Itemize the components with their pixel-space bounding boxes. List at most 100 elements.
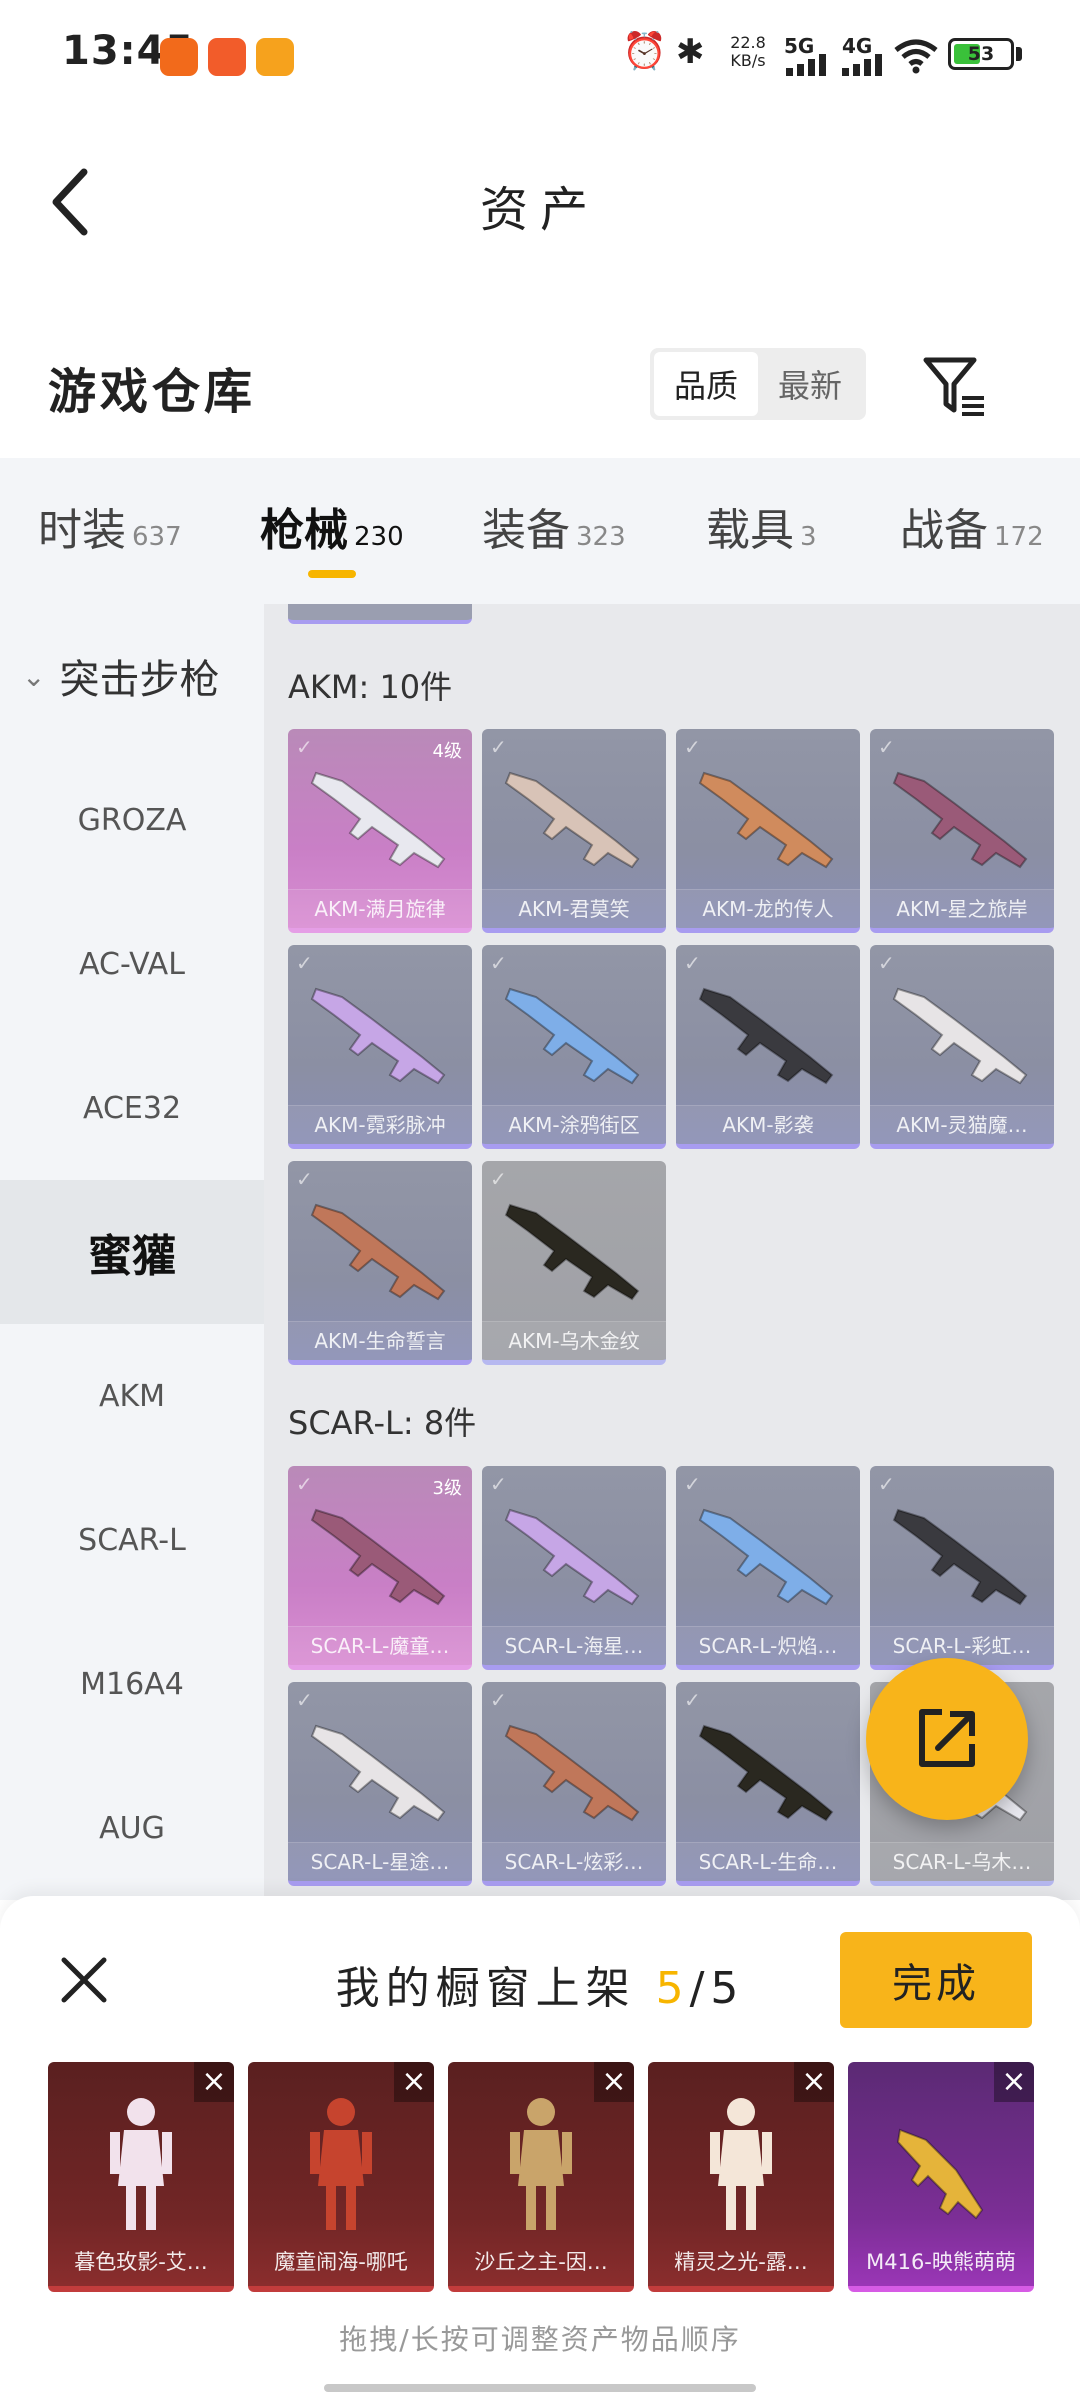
sort-newest-button[interactable]: 最新 — [758, 352, 862, 416]
remove-item-icon[interactable]: × — [594, 2062, 634, 2102]
rifle-icon — [892, 1508, 1028, 1606]
tab-vehicles[interactable]: 载具 3 — [706, 494, 817, 558]
weapon-card[interactable]: ✓ AKM-龙的传人 — [676, 729, 860, 933]
weapon-card[interactable]: ✓ 3级 SCAR-L-魔童… — [288, 1466, 472, 1670]
sort-toggle: 品质 最新 — [650, 348, 866, 420]
tab-count: 637 — [132, 522, 182, 552]
tab-supplies[interactable]: 战备 172 — [900, 494, 1044, 558]
app-notification-icon — [160, 38, 198, 76]
tab-label: 载具 — [706, 505, 794, 556]
section-title-scar-l: SCAR-L: 8件 — [288, 1404, 477, 1442]
sidebar-category-label: 突击步枪 — [59, 657, 220, 703]
weapon-name: SCAR-L-炫彩… — [482, 1842, 666, 1881]
sidebar-category-assault-rifle[interactable]: ⌄ 突击步枪 — [0, 604, 264, 748]
weapon-name: AKM-满月旋律 — [288, 889, 472, 928]
weapon-name: SCAR-L-海星… — [482, 1626, 666, 1665]
filter-icon[interactable] — [922, 354, 988, 420]
weapon-card[interactable]: ✓ SCAR-L-生命… — [676, 1682, 860, 1886]
rifle-icon — [698, 987, 834, 1085]
tab-equipment[interactable]: 装备 323 — [482, 494, 626, 558]
weapon-card[interactable]: ✓ AKM-君莫笑 — [482, 729, 666, 933]
weapon-name: SCAR-L-炽焰… — [676, 1626, 860, 1665]
rifle-icon — [892, 987, 1028, 1085]
weapon-name: AKM-生命誓言 — [288, 1321, 472, 1360]
sidebar-item-ace32[interactable]: ACE32 — [0, 1036, 264, 1180]
rifle-icon — [504, 1724, 640, 1822]
remove-item-icon[interactable]: × — [794, 2062, 834, 2102]
sidebar-item-groza[interactable]: GROZA — [0, 748, 264, 892]
weapon-card[interactable]: ✓ SCAR-L-彩虹… — [870, 1466, 1054, 1670]
weapon-name: AKM-星之旅岸 — [870, 889, 1054, 928]
done-button[interactable]: 完成 — [840, 1932, 1032, 2028]
net-speed: 22.8 KB/s — [728, 34, 768, 70]
weapon-card[interactable]: ✓ AKM-影袭 — [676, 945, 860, 1149]
alarm-icon: ⏰ — [622, 31, 667, 72]
sidebar-item-scar-l[interactable]: SCAR-L — [0, 1468, 264, 1612]
rifle-icon — [310, 1724, 446, 1822]
showcase-item[interactable]: × 沙丘之主-因… — [448, 2062, 634, 2292]
net-speed-unit: KB/s — [730, 51, 766, 70]
share-external-icon — [919, 1709, 975, 1767]
cut-off-card — [288, 604, 472, 624]
remove-item-icon[interactable]: × — [194, 2062, 234, 2102]
weapon-name: AKM-君莫笑 — [482, 889, 666, 928]
showcase-item[interactable]: × 魔童闹海-哪吒 — [248, 2062, 434, 2292]
sidebar-item-ac-val[interactable]: AC-VAL — [0, 892, 264, 1036]
tab-count: 230 — [354, 522, 404, 552]
rifle-icon — [310, 1508, 446, 1606]
category-tabs: 时装 637 枪械 230 装备 323 载具 3 战备 172 — [0, 458, 1080, 604]
weapon-card[interactable]: ✓ 4级 AKM-满月旋律 — [288, 729, 472, 933]
weapon-card[interactable]: ✓ AKM-生命誓言 — [288, 1161, 472, 1365]
showcase-item-name: 暮色玫影-艾… — [74, 2250, 208, 2274]
weapon-card[interactable]: ✓ SCAR-L-星途… — [288, 1682, 472, 1886]
section-title-akm: AKM: 10件 — [288, 668, 453, 706]
weapon-card[interactable]: ✓ AKM-星之旅岸 — [870, 729, 1054, 933]
sidebar-item-aug[interactable]: AUG — [0, 1756, 264, 1900]
character-icon — [110, 2098, 172, 2230]
weapon-card[interactable]: ✓ SCAR-L-炫彩… — [482, 1682, 666, 1886]
weapon-name: SCAR-L-魔童… — [288, 1626, 472, 1665]
tab-count: 172 — [994, 522, 1044, 552]
showcase-item[interactable]: × 精灵之光-露… — [648, 2062, 834, 2292]
tab-count: 323 — [576, 522, 626, 552]
sort-quality-button[interactable]: 品质 — [654, 352, 758, 416]
sidebar-item-akm[interactable]: AKM — [0, 1324, 264, 1468]
showcase-item[interactable]: × 暮色玫影-艾… — [48, 2062, 234, 2292]
remove-item-icon[interactable]: × — [394, 2062, 434, 2102]
weapon-card[interactable]: ✓ AKM-霓彩脉冲 — [288, 945, 472, 1149]
app-notification-icon — [256, 38, 294, 76]
remove-item-icon[interactable]: × — [994, 2062, 1034, 2102]
weapon-card[interactable]: ✓ AKM-灵猫魔… — [870, 945, 1054, 1149]
showcase-title-label: 我的橱窗上架 — [335, 1963, 636, 2014]
rifle-icon — [698, 1724, 834, 1822]
wifi-icon — [894, 39, 938, 74]
rifle-icon — [310, 771, 446, 869]
home-indicator — [324, 2384, 756, 2392]
battery-icon: 53 — [948, 38, 1014, 70]
weapon-sidebar: ⌄ 突击步枪 GROZA AC-VAL ACE32 蜜獾 AKM SCAR-L … — [0, 604, 264, 1900]
sidebar-item-m16a4[interactable]: M16A4 — [0, 1612, 264, 1756]
share-button[interactable] — [866, 1658, 1028, 1820]
weapon-card[interactable]: ✓ SCAR-L-炽焰… — [676, 1466, 860, 1670]
rifle-icon — [896, 2128, 984, 2220]
page-title: 资产 — [479, 182, 600, 238]
tab-firearms[interactable]: 枪械 230 — [260, 494, 404, 558]
tab-label: 装备 — [482, 505, 570, 556]
showcase-item[interactable]: × M416-映熊萌萌 — [848, 2062, 1034, 2292]
rifle-icon — [310, 1203, 446, 1301]
sidebar-item-honey-badger[interactable]: 蜜獾 — [0, 1180, 264, 1324]
weapon-name: AKM-涂鸦街区 — [482, 1105, 666, 1144]
signal-icon — [786, 54, 826, 76]
rifle-icon — [310, 987, 446, 1085]
rifle-icon — [892, 771, 1028, 869]
weapon-name: SCAR-L-乌木… — [870, 1842, 1054, 1881]
rifle-icon — [504, 987, 640, 1085]
weapon-card[interactable]: ✓ AKM-涂鸦街区 — [482, 945, 666, 1149]
rifle-icon — [504, 771, 640, 869]
app-notification-icon — [208, 38, 246, 76]
battery-tip — [1016, 47, 1022, 61]
showcase-item-name: M416-映熊萌萌 — [866, 2250, 1016, 2274]
weapon-card[interactable]: ✓ SCAR-L-海星… — [482, 1466, 666, 1670]
weapon-card[interactable]: ✓ AKM-乌木金纹 — [482, 1161, 666, 1365]
tab-fashion[interactable]: 时装 637 — [38, 494, 182, 558]
